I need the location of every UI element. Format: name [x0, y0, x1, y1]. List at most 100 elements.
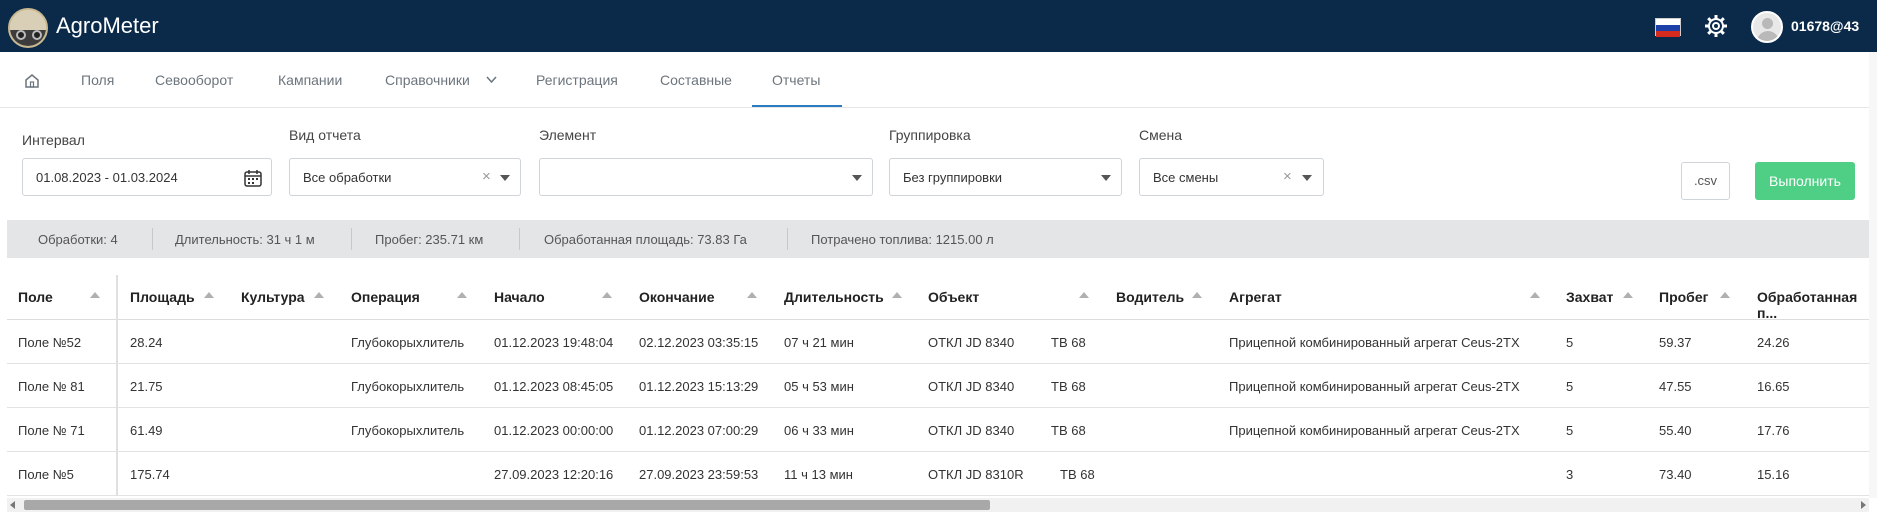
- column-header-end[interactable]: Окончание: [639, 289, 714, 305]
- nav-item-composite[interactable]: Составные: [660, 72, 732, 88]
- cell-end: 01.12.2023 15:13:29: [639, 379, 759, 394]
- nav-item-registration[interactable]: Регистрация: [536, 72, 618, 88]
- caret-down-icon[interactable]: [500, 175, 510, 181]
- column-header-driver[interactable]: Водитель: [1116, 289, 1184, 305]
- run-button[interactable]: Выполнить: [1755, 162, 1855, 200]
- nav-item-reports[interactable]: Отчеты: [772, 72, 820, 88]
- gear-icon[interactable]: [1704, 14, 1728, 38]
- cell-duration: 06 ч 33 мин: [784, 423, 854, 438]
- chevron-down-icon[interactable]: [486, 76, 497, 84]
- table-row[interactable]: Поле № 71 61.49 Глубокорыхлитель 01.12.2…: [7, 408, 1877, 452]
- scroll-left-icon[interactable]: [10, 501, 15, 509]
- clear-icon[interactable]: ×: [482, 168, 491, 185]
- sort-icon[interactable]: [1623, 292, 1633, 298]
- nav-item-fields[interactable]: Поля: [81, 72, 114, 88]
- column-header-aggregate[interactable]: Агрегат: [1229, 289, 1282, 305]
- russia-flag-icon[interactable]: [1655, 18, 1681, 37]
- top-bar: AgroMeter 01678@43: [0, 0, 1877, 52]
- nav-item-campaigns[interactable]: Кампании: [278, 72, 342, 88]
- table-row[interactable]: Поле №52 28.24 Глубокорыхлитель 01.12.20…: [7, 320, 1877, 364]
- grouping-label: Группировка: [889, 127, 971, 143]
- cell-start: 01.12.2023 08:45:05: [494, 379, 614, 394]
- cell-end: 27.09.2023 23:59:53: [639, 467, 759, 482]
- sort-icon[interactable]: [314, 292, 324, 298]
- grouping-select[interactable]: Без группировки: [889, 158, 1122, 196]
- cell-processed-area: 24.26: [1757, 335, 1790, 350]
- calendar-icon[interactable]: [243, 168, 263, 188]
- cell-start: 01.12.2023 19:48:04: [494, 335, 614, 350]
- horizontal-scrollbar[interactable]: [7, 498, 1869, 512]
- cell-object-secondary: ТВ 68: [1060, 467, 1095, 482]
- sort-icon[interactable]: [1720, 292, 1730, 298]
- app-title[interactable]: AgroMeter: [56, 13, 159, 39]
- vertical-scrollbar[interactable]: [1869, 52, 1877, 498]
- sort-icon[interactable]: [90, 292, 100, 298]
- sort-icon[interactable]: [602, 292, 612, 298]
- nav-item-crop-rotation[interactable]: Севооборот: [155, 72, 233, 88]
- element-select[interactable]: [539, 158, 873, 196]
- cell-duration: 11 ч 13 мин: [784, 467, 853, 482]
- column-header-culture[interactable]: Культура: [241, 289, 305, 305]
- scroll-right-icon[interactable]: [1861, 501, 1866, 509]
- sort-icon[interactable]: [1192, 292, 1202, 298]
- cell-aggregate: Прицепной комбинированный агрегат Ceus-2…: [1229, 423, 1520, 438]
- clear-icon[interactable]: ×: [1283, 168, 1292, 185]
- cell-object-secondary: ТВ 68: [1051, 335, 1086, 350]
- cell-object: ОТКЛ JD 8310R: [928, 467, 1024, 482]
- home-icon[interactable]: [23, 72, 41, 90]
- cell-object: ОТКЛ JD 8340: [928, 335, 1015, 350]
- cell-processed-area: 17.76: [1757, 423, 1790, 438]
- user-name[interactable]: 01678@43: [1791, 18, 1859, 34]
- column-header-object[interactable]: Объект: [928, 289, 979, 305]
- logo-icon[interactable]: [8, 8, 48, 48]
- avatar-icon[interactable]: [1751, 11, 1783, 43]
- cell-width: 5: [1566, 379, 1574, 394]
- shift-value: Все смены: [1153, 170, 1219, 185]
- cell-object: ОТКЛ JD 8340: [928, 423, 1015, 438]
- shift-label: Смена: [1139, 127, 1183, 143]
- report-type-select[interactable]: Все обработки ×: [289, 158, 521, 196]
- caret-down-icon[interactable]: [1302, 175, 1312, 181]
- csv-export-button[interactable]: .csv: [1681, 162, 1730, 200]
- sort-icon[interactable]: [892, 292, 902, 298]
- column-header-duration[interactable]: Длительность: [784, 289, 884, 305]
- cell-operation: Глубокорыхлитель: [351, 423, 465, 438]
- sort-icon[interactable]: [457, 292, 467, 298]
- summary-area: Обработанная площадь: 73.83 Га: [544, 232, 747, 247]
- cell-mileage: 73.40: [1659, 467, 1692, 482]
- sort-icon[interactable]: [1079, 292, 1089, 298]
- table-row[interactable]: Поле №5 175.74 27.09.2023 12:20:16 27.09…: [7, 452, 1877, 496]
- column-header-area[interactable]: Площадь: [130, 289, 195, 305]
- cell-operation: Глубокорыхлитель: [351, 335, 465, 350]
- cell-start: 27.09.2023 12:20:16: [494, 467, 614, 482]
- shift-select[interactable]: Все смены ×: [1139, 158, 1324, 196]
- cell-object: ОТКЛ JD 8340: [928, 379, 1015, 394]
- cell-field: Поле №5: [18, 467, 74, 482]
- table-row[interactable]: Поле № 81 21.75 Глубокорыхлитель 01.12.2…: [7, 364, 1877, 408]
- sort-icon[interactable]: [1530, 292, 1540, 298]
- column-header-start[interactable]: Начало: [494, 289, 545, 305]
- summary-duration: Длительность: 31 ч 1 м: [175, 232, 315, 247]
- sort-icon[interactable]: [747, 292, 757, 298]
- interval-date-input[interactable]: 01.08.2023 - 01.03.2024: [22, 158, 272, 196]
- cell-area: 61.49: [130, 423, 163, 438]
- nav-item-directories[interactable]: Справочники: [385, 72, 470, 88]
- cell-object-secondary: ТВ 68: [1051, 423, 1086, 438]
- scrollbar-thumb[interactable]: [24, 500, 990, 510]
- caret-down-icon[interactable]: [1101, 175, 1111, 181]
- cell-duration: 07 ч 21 мин: [784, 335, 854, 350]
- column-header-width[interactable]: Захват: [1566, 289, 1613, 305]
- report-type-label: Вид отчета: [289, 127, 361, 143]
- cell-mileage: 55.40: [1659, 423, 1692, 438]
- cell-processed-area: 15.16: [1757, 467, 1790, 482]
- cell-width: 3: [1566, 467, 1574, 482]
- cell-start: 01.12.2023 00:00:00: [494, 423, 614, 438]
- column-header-operation[interactable]: Операция: [351, 289, 420, 305]
- cell-mileage: 47.55: [1659, 379, 1692, 394]
- column-header-field[interactable]: Поле: [18, 289, 53, 305]
- caret-down-icon[interactable]: [852, 175, 862, 181]
- sort-icon[interactable]: [204, 292, 214, 298]
- column-header-processed-area[interactable]: Обработанная п...: [1757, 289, 1877, 321]
- active-tab-indicator: [752, 105, 842, 107]
- column-header-mileage[interactable]: Пробег: [1659, 289, 1708, 305]
